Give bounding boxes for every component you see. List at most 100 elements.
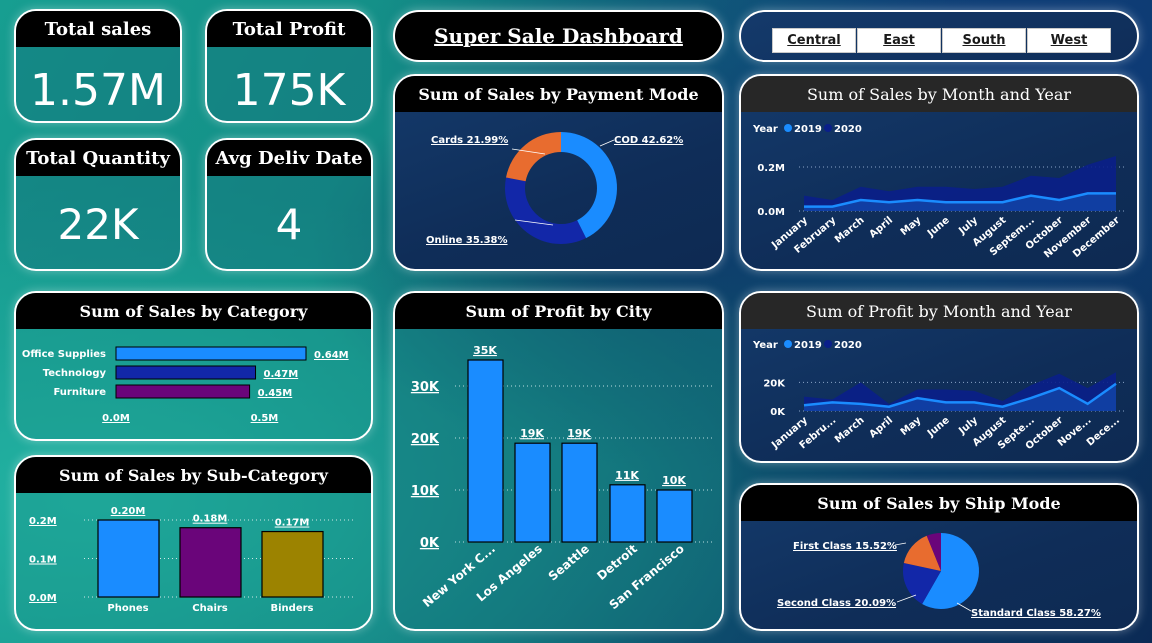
kpi-total-quantity-label: Total Quantity bbox=[16, 140, 180, 176]
city-y-tick: 20K bbox=[411, 432, 440, 447]
profit-month-legend-2019-marker bbox=[784, 340, 792, 348]
kpi-total-profit-label: Total Profit bbox=[207, 11, 371, 47]
sales-month-x-label: May bbox=[899, 215, 924, 238]
subcat-y-tick: 0.0M bbox=[29, 593, 57, 604]
category-x-tick: 0.0M bbox=[102, 413, 130, 424]
category-value-label: 0.45M bbox=[258, 388, 293, 399]
city-x-label: Seattle bbox=[546, 542, 592, 584]
kpi-total-profit-card: Total Profit 175K bbox=[205, 9, 373, 123]
city-value-label: 11K bbox=[615, 469, 639, 482]
payment-label-cards: Cards 21.99% bbox=[431, 135, 508, 146]
category-bar[interactable] bbox=[115, 346, 307, 361]
subcat-bar[interactable] bbox=[97, 519, 160, 598]
payment-mode-chart: Cards 21.99% COD 42.62% Online 35.38% bbox=[426, 132, 683, 246]
slicer-east-button[interactable]: East bbox=[857, 28, 941, 53]
sales-month-y-tick: 0.0M bbox=[757, 207, 785, 218]
ship-mode-chart: First Class 15.52% Second Class 20.09% S… bbox=[777, 533, 1101, 619]
profit-month-legend-2019: 2019 bbox=[794, 340, 822, 351]
profit-month-legend-title: Year bbox=[752, 340, 778, 351]
city-y-tick: 0K bbox=[420, 536, 440, 551]
sales-month-legend-2019-marker bbox=[784, 124, 792, 132]
kpi-total-quantity-card: Total Quantity 22K bbox=[14, 138, 182, 271]
kpi-total-sales-label: Total sales bbox=[16, 11, 180, 47]
profit-month-x-label: March bbox=[833, 415, 867, 446]
sales-month-legend-title: Year bbox=[752, 124, 778, 135]
city-bar[interactable] bbox=[609, 484, 646, 543]
sales-month-x-label: April bbox=[868, 215, 896, 241]
city-card: Sum of Profit by City 0K 10K 20K 30K 35K New … bbox=[393, 291, 724, 631]
sales-month-legend-2020-marker bbox=[824, 124, 832, 132]
profit-month-x-label: June bbox=[925, 415, 952, 440]
ship-label-standard: Standard Class 58.27% bbox=[971, 608, 1101, 619]
sales-month-y-tick: 0.2M bbox=[757, 163, 785, 174]
subcat-x-label: Phones bbox=[107, 603, 148, 614]
region-slicer: Central East South West bbox=[739, 10, 1139, 62]
subcat-y-tick: 0.2M bbox=[29, 516, 57, 527]
kpi-total-sales-value: 1.57M bbox=[30, 65, 166, 116]
category-bar[interactable] bbox=[115, 365, 257, 380]
payment-slice-online[interactable] bbox=[505, 177, 587, 244]
city-x-label: Detroit bbox=[594, 541, 640, 583]
sales-month-legend-2019: 2019 bbox=[794, 124, 822, 135]
city-y-tick: 30K bbox=[411, 380, 440, 395]
category-chart: Office Supplies 0.64M Technology 0.47M Furni… bbox=[22, 346, 349, 424]
slicer-central-button[interactable]: Central bbox=[772, 28, 856, 53]
dashboard-title: Super Sale Dashboard bbox=[434, 24, 683, 48]
profit-month-card: Sum of Profit by Month and Year Year 201… bbox=[739, 291, 1139, 463]
city-bar[interactable] bbox=[561, 442, 598, 543]
payment-mode-card: Sum of Sales by Payment Mode Cards 21.99… bbox=[393, 74, 724, 271]
kpi-total-sales-card: Total sales 1.57M bbox=[14, 9, 182, 123]
sales-month-x-label: June bbox=[925, 215, 952, 240]
city-value-label: 10K bbox=[662, 474, 686, 487]
profit-month-y-tick: 0K bbox=[770, 407, 786, 418]
city-bar[interactable] bbox=[514, 442, 551, 543]
subcat-value-label: 0.18M bbox=[193, 514, 228, 525]
dashboard-title-card: Super Sale Dashboard bbox=[393, 10, 724, 62]
subcat-x-label: Chairs bbox=[192, 603, 228, 614]
ship-mode-card: Sum of Sales by Ship Mode First Class 15… bbox=[739, 483, 1139, 631]
profit-month-x-label: May bbox=[899, 415, 924, 438]
sales-month-x-label: July bbox=[956, 215, 980, 238]
profit-month-x-label: July bbox=[956, 415, 980, 438]
city-value-label: 19K bbox=[567, 427, 591, 440]
sales-month-x-label: March bbox=[833, 215, 867, 246]
category-label: Office Supplies bbox=[22, 349, 106, 360]
ship-label-first: First Class 15.52% bbox=[793, 541, 897, 552]
subcat-value-label: 0.20M bbox=[111, 506, 146, 517]
sales-month-chart: Year 2019 2020 0.0M0.2MJanuaryFebruaryMa… bbox=[752, 124, 1126, 260]
profit-month-y-tick: 20K bbox=[763, 378, 786, 389]
subcat-bar[interactable] bbox=[261, 530, 324, 598]
city-bar[interactable] bbox=[656, 489, 693, 543]
slicer-west-button[interactable]: West bbox=[1027, 28, 1111, 53]
subcat-value-label: 0.17M bbox=[275, 518, 310, 529]
profit-month-chart: Year 2019 2020 0K20KJanuaryFebru...March… bbox=[752, 340, 1126, 452]
kpi-avg-deliv-value: 4 bbox=[275, 200, 303, 249]
profit-month-legend-2020: 2020 bbox=[834, 340, 862, 351]
slicer-south-button[interactable]: South bbox=[942, 28, 1026, 53]
category-x-tick: 0.5M bbox=[251, 413, 279, 424]
city-chart: 0K10K20K30K35KNew York C...19KLos Angele… bbox=[411, 344, 713, 612]
payment-label-online: Online 35.38% bbox=[426, 235, 508, 246]
subcat-card: Sum of Sales by Sub-Category 0.0M 0.1M 0.2… bbox=[14, 455, 373, 631]
kpi-avg-deliv-label: Avg Deliv Date bbox=[207, 140, 371, 176]
payment-label-cod: COD 42.62% bbox=[614, 135, 683, 146]
payment-slice-cod[interactable] bbox=[561, 132, 617, 239]
kpi-avg-deliv-card: Avg Deliv Date 4 bbox=[205, 138, 373, 271]
category-bar[interactable] bbox=[115, 384, 251, 399]
subcat-y-tick: 0.1M bbox=[29, 555, 57, 566]
city-bar[interactable] bbox=[467, 359, 504, 543]
category-label: Technology bbox=[43, 368, 107, 379]
profit-month-legend-2020-marker bbox=[824, 340, 832, 348]
category-value-label: 0.64M bbox=[314, 350, 349, 361]
subcat-bar[interactable] bbox=[179, 527, 242, 598]
category-label: Furniture bbox=[53, 387, 106, 398]
category-value-label: 0.47M bbox=[264, 369, 299, 380]
sales-month-card: Sum of Sales by Month and Year Year 2019… bbox=[739, 74, 1139, 271]
city-y-tick: 10K bbox=[411, 484, 440, 499]
city-value-label: 35K bbox=[473, 344, 497, 357]
ship-label-second: Second Class 20.09% bbox=[777, 598, 896, 609]
kpi-total-quantity-value: 22K bbox=[57, 200, 139, 249]
sales-month-legend-2020: 2020 bbox=[834, 124, 862, 135]
payment-slice-cards[interactable] bbox=[505, 132, 561, 182]
subcat-chart: 0.0M 0.1M 0.2M 0.20M Phones 0.18M Chairs 0.17M B… bbox=[29, 506, 356, 614]
